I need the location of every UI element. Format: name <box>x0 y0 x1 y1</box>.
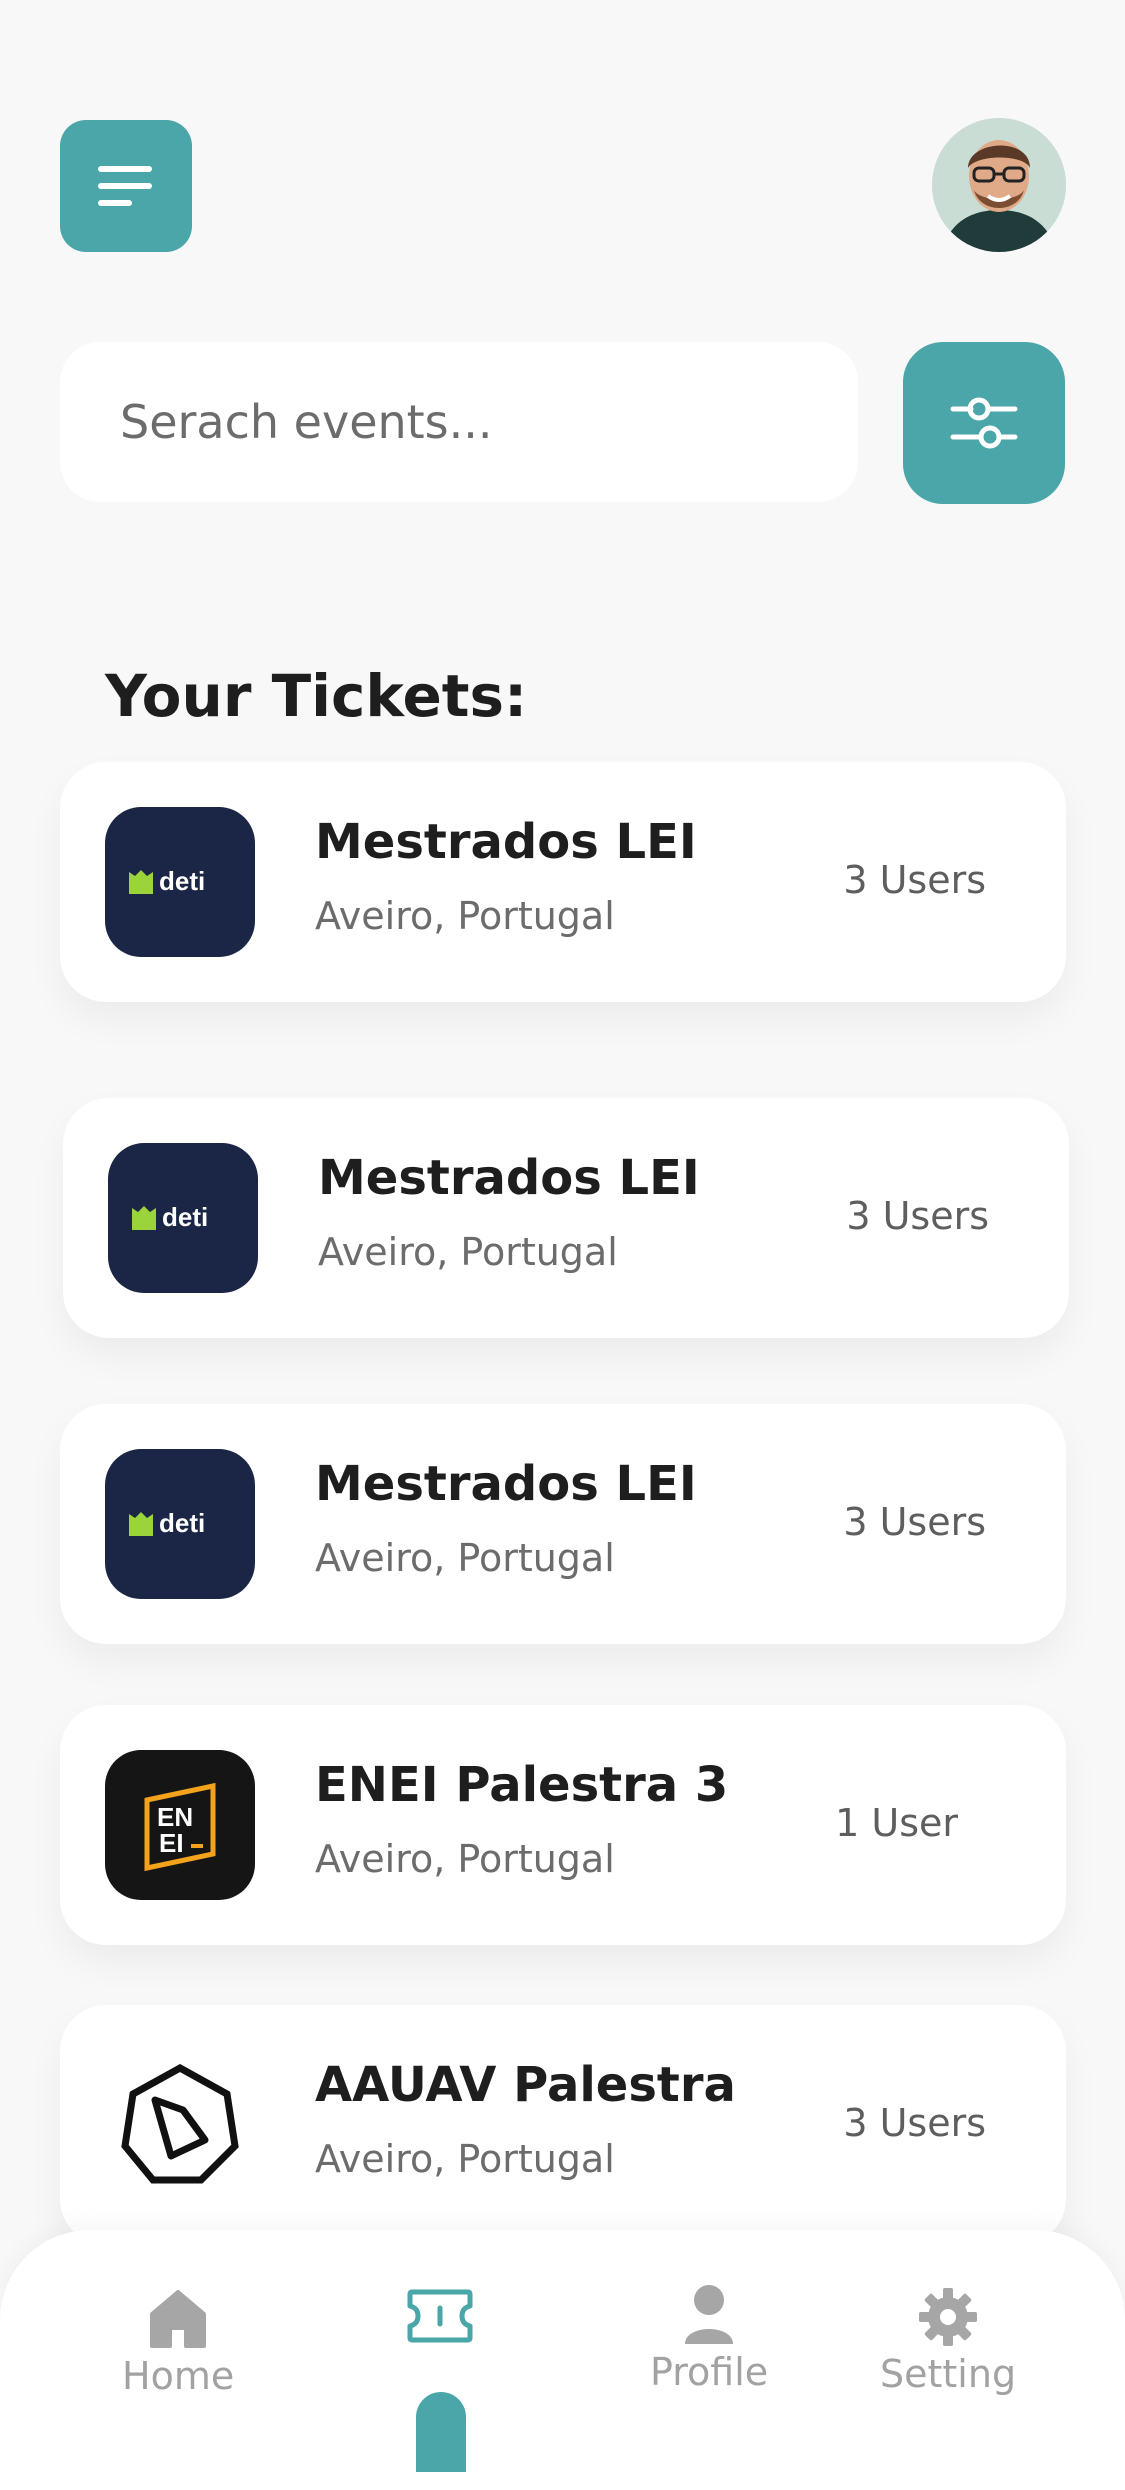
ticket-users: 3 Users <box>843 1500 986 1544</box>
ticket-location: Aveiro, Portugal <box>315 1536 615 1580</box>
search-input[interactable]: Serach events... <box>60 342 858 502</box>
menu-button[interactable] <box>60 120 192 252</box>
deti-logo-text: deti <box>159 866 205 896</box>
tab-setting-label: Setting <box>880 2352 1017 2396</box>
gear-icon <box>919 2288 978 2346</box>
menu-icon <box>98 166 152 206</box>
ticket-card[interactable]: deti Mestrados LEI Aveiro, Portugal 3 Us… <box>60 1404 1066 1644</box>
section-title: Your Tickets: <box>105 662 528 730</box>
deti-logo-text: deti <box>162 1202 208 1232</box>
ticket-location: Aveiro, Portugal <box>318 1230 618 1274</box>
tab-home[interactable]: Home <box>122 2288 234 2398</box>
person-icon <box>685 2285 734 2344</box>
deti-logo: deti <box>105 1449 255 1599</box>
deti-logo: deti <box>108 1143 258 1293</box>
tab-profile[interactable]: Profile <box>650 2282 768 2394</box>
search-placeholder: Serach events... <box>120 395 493 449</box>
filter-button[interactable] <box>903 342 1065 504</box>
ticket-title: ENEI Palestra 3 <box>315 1757 729 1813</box>
ticket-users: 1 User <box>835 1801 958 1845</box>
deti-logo: deti <box>105 807 255 957</box>
ticket-users: 3 Users <box>846 1194 989 1238</box>
ticket-users: 3 Users <box>843 2101 986 2145</box>
ticket-icon <box>407 2289 473 2343</box>
sliders-icon <box>950 397 1018 449</box>
enei-logo: EN EI <box>105 1750 255 1900</box>
aauav-logo <box>105 2050 255 2200</box>
avatar[interactable] <box>932 118 1066 252</box>
ticket-card[interactable]: AAUAV Palestra Aveiro, Portugal 3 Users <box>60 2005 1066 2245</box>
ticket-users: 3 Users <box>843 858 986 902</box>
ticket-title: Mestrados LEI <box>315 814 697 870</box>
ticket-title: AAUAV Palestra <box>315 2057 736 2113</box>
ticket-card[interactable]: EN EI ENEI Palestra 3 Aveiro, Portugal 1… <box>60 1705 1066 1945</box>
enei-logo-line2: EI <box>159 1828 184 1858</box>
active-tab-indicator <box>416 2392 466 2472</box>
tab-home-label: Home <box>122 2354 235 2398</box>
home-icon <box>150 2290 207 2348</box>
ticket-location: Aveiro, Portugal <box>315 1837 615 1881</box>
ticket-location: Aveiro, Portugal <box>315 894 615 938</box>
ticket-card[interactable]: deti Mestrados LEI Aveiro, Portugal 3 Us… <box>63 1098 1069 1338</box>
tab-setting[interactable]: Setting <box>880 2286 1016 2396</box>
user-avatar-icon <box>932 118 1066 252</box>
deti-logo-text: deti <box>159 1508 205 1538</box>
ticket-title: Mestrados LEI <box>318 1150 700 1206</box>
bottom-tab-bar: Home Profile Setting <box>0 2230 1125 2490</box>
tab-profile-label: Profile <box>650 2350 769 2394</box>
tab-tickets[interactable] <box>406 2288 474 2344</box>
ticket-title: Mestrados LEI <box>315 1456 697 1512</box>
ticket-card[interactable]: deti Mestrados LEI Aveiro, Portugal 3 Us… <box>60 762 1066 1002</box>
ticket-location: Aveiro, Portugal <box>315 2137 615 2181</box>
